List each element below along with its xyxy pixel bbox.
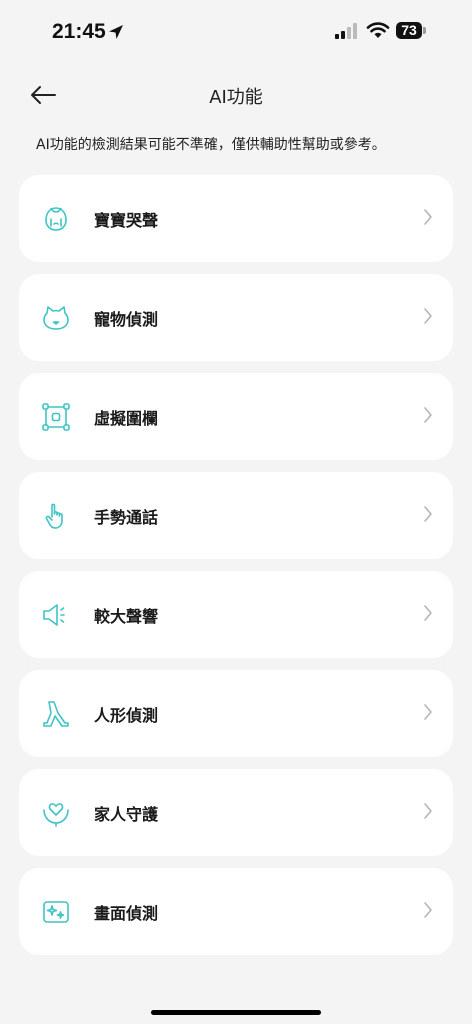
chevron-right-icon [424, 308, 432, 324]
disclaimer-text: AI功能的檢測結果可能不準確，僅供輔助性幫助或參考。 [36, 137, 386, 153]
feature-label: 手勢通話 [94, 508, 159, 527]
nav-header: AI功能 [0, 72, 472, 120]
signal-icon [335, 23, 357, 39]
battery-icon: 73 [396, 22, 426, 39]
family-guard-icon [43, 803, 69, 827]
chevron-right-icon [424, 209, 432, 225]
baby-cry-icon [45, 207, 67, 231]
feature-baby-cry[interactable]: 寶寶哭聲 [19, 175, 453, 262]
feature-label: 家人守護 [94, 805, 159, 824]
hand-gesture-icon [45, 503, 63, 529]
pet-icon [43, 306, 69, 330]
feature-person-detection[interactable]: 人形偵測 [19, 670, 453, 757]
status-bar: 21:45 73 [0, 0, 472, 64]
chevron-right-icon [424, 506, 432, 522]
feature-virtual-fence[interactable]: 虛擬圍欄 [19, 373, 453, 460]
feature-family-guard[interactable]: 家人守護 [19, 769, 453, 856]
feature-label: 寵物偵測 [94, 310, 159, 329]
chevron-right-icon [424, 803, 432, 819]
scene-detection-icon [43, 901, 69, 923]
feature-hand-gesture-call[interactable]: 手勢通話 [19, 472, 453, 559]
chevron-right-icon [424, 407, 432, 423]
battery-tip [423, 27, 426, 34]
status-time: 21:45 [52, 20, 106, 43]
chevron-right-icon [424, 902, 432, 918]
chevron-right-icon [424, 704, 432, 720]
feature-label: 人形偵測 [94, 706, 159, 725]
feature-label: 虛擬圍欄 [94, 409, 159, 428]
loud-sound-icon [43, 604, 65, 626]
feature-pet-detection[interactable]: 寵物偵測 [19, 274, 453, 361]
home-indicator[interactable] [151, 1010, 321, 1015]
feature-scene-detection[interactable]: 畫面偵測 [19, 868, 453, 955]
feature-label: 較大聲響 [94, 607, 159, 626]
feature-label: 寶寶哭聲 [94, 211, 159, 230]
virtual-fence-icon [42, 403, 70, 431]
battery-level: 73 [396, 22, 422, 39]
wifi-icon [366, 22, 390, 38]
feature-loud-sound[interactable]: 較大聲響 [19, 571, 453, 658]
location-arrow-icon [109, 25, 123, 39]
feature-label: 畫面偵測 [94, 904, 159, 923]
person-detection-icon [43, 701, 69, 727]
chevron-right-icon [424, 605, 432, 621]
page-title: AI功能 [209, 87, 263, 108]
